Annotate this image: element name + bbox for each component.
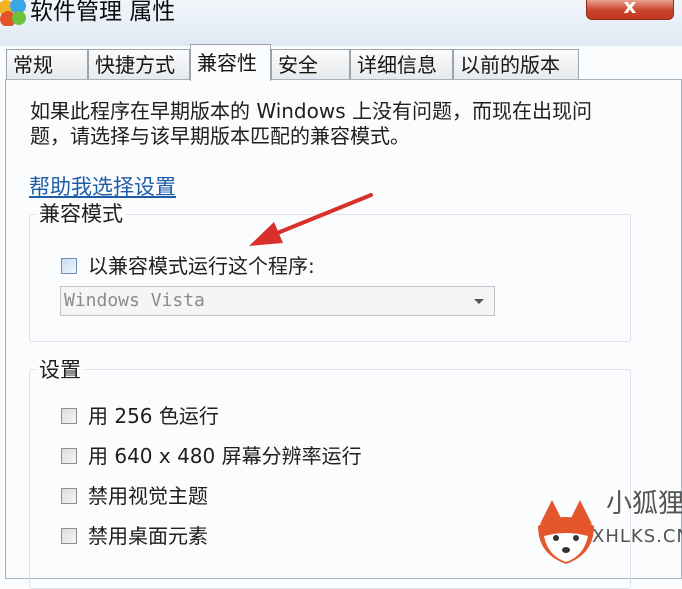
watermark: 小狐狸网 XHLKS.CN: [534, 486, 682, 572]
watermark-text-cn: 小狐狸网: [606, 489, 682, 519]
tab-compatibility[interactable]: 兼容性: [190, 44, 271, 81]
watermark-text-en: XHLKS.CN: [592, 526, 682, 547]
fox-logo-icon: [538, 500, 594, 564]
